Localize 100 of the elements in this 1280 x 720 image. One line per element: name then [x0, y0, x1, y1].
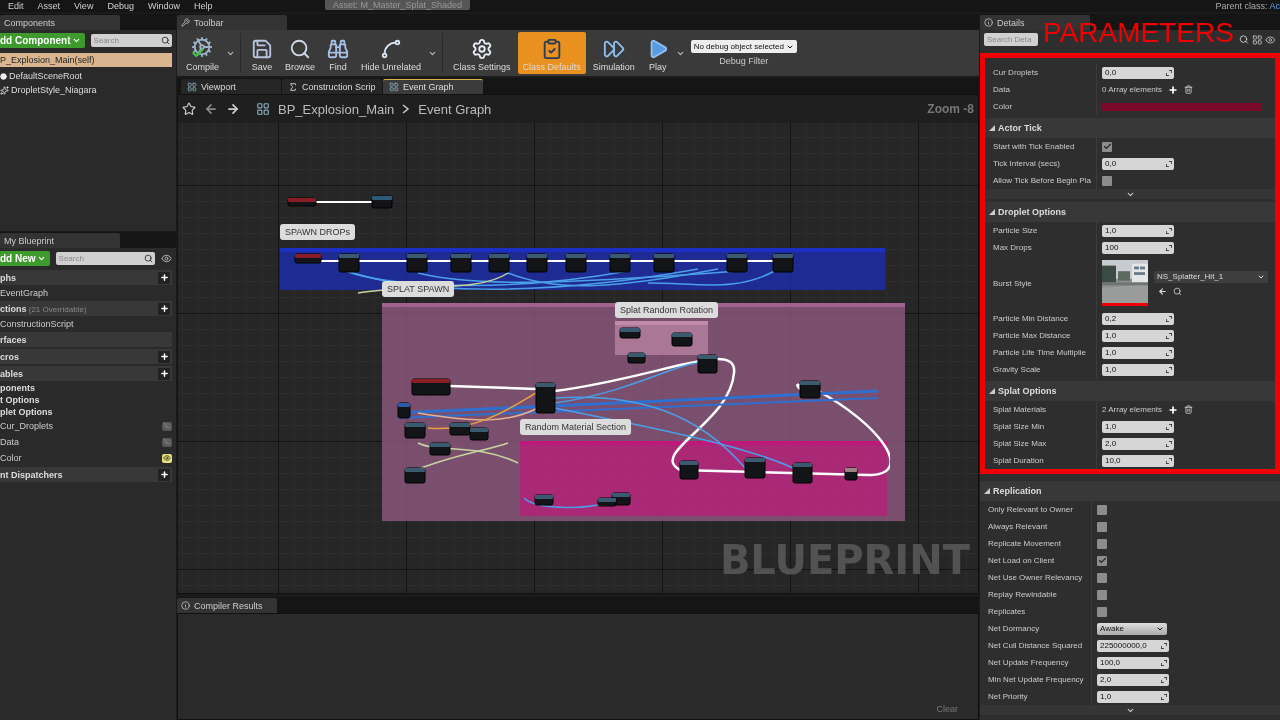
number-field[interactable]: 0,2 [1102, 312, 1174, 325]
eye-icon[interactable] [1265, 33, 1276, 46]
trash-icon[interactable] [1184, 85, 1194, 94]
expand-triangle-icon[interactable] [989, 125, 995, 131]
number-field[interactable]: 100 [1102, 241, 1174, 254]
add-button[interactable] [158, 271, 170, 284]
section-header[interactable]: Droplet Options [985, 202, 1275, 222]
add-button[interactable] [158, 367, 170, 380]
drag-handle-icon[interactable] [1161, 642, 1167, 649]
add-button[interactable] [158, 350, 170, 363]
expand-triangle-icon[interactable] [989, 388, 995, 394]
component-item[interactable]: DropletStyle_Niagara [0, 83, 176, 97]
graph-canvas[interactable]: SPAWN DROPs SPLAT SPAWN Splat Random Rotation Random Material Section BLUEPRINT [178, 123, 978, 593]
comment-box[interactable] [520, 441, 887, 516]
add-button[interactable] [158, 302, 170, 315]
section-header[interactable]: Replication [980, 481, 1280, 501]
expand-triangle-icon[interactable] [989, 209, 995, 215]
graph-item[interactable]: ConstructionScript [0, 317, 176, 331]
editor-tab[interactable]: Event Graph [383, 79, 483, 94]
dropdown[interactable]: Awake [1097, 622, 1167, 635]
toolbar-button[interactable]: Class Settings [448, 32, 516, 74]
menu-item[interactable]: Help [193, 1, 219, 11]
section-header[interactable]: Splat Options [985, 381, 1275, 401]
parent-class-link[interactable]: Ac [1269, 1, 1280, 11]
breadcrumb-link[interactable]: BP_Explosion_Main [278, 101, 395, 117]
checkbox[interactable] [1097, 521, 1107, 532]
graph-item[interactable]: EventGraph [0, 286, 176, 300]
color-swatch[interactable] [1102, 102, 1262, 111]
arrow-left-icon[interactable] [1158, 286, 1167, 296]
drag-handle-icon[interactable] [1166, 423, 1172, 430]
category-header[interactable]: phs [0, 272, 16, 283]
number-field[interactable]: 2,0 [1097, 673, 1169, 686]
number-field[interactable]: 1,0 [1102, 346, 1174, 359]
add-new-button[interactable]: dd New [0, 251, 50, 266]
toolbar-button[interactable]: Save [246, 32, 278, 74]
eye-icon[interactable] [161, 253, 172, 264]
root-component[interactable]: P_Explosion_Main(self) [0, 53, 172, 67]
add-button[interactable] [158, 468, 170, 481]
panel-tab[interactable]: Components [0, 15, 120, 30]
variable-item[interactable]: Color [0, 451, 22, 465]
add-component-button[interactable]: dd Component [0, 33, 85, 48]
search-icon[interactable] [1173, 286, 1182, 296]
editor-tab[interactable]: Viewport [181, 79, 281, 94]
drag-handle-icon[interactable] [1161, 693, 1167, 700]
drag-handle-icon[interactable] [1166, 315, 1172, 322]
drag-handle-icon[interactable] [1166, 349, 1172, 356]
search-icon[interactable] [1238, 34, 1249, 45]
checkbox[interactable] [1097, 606, 1107, 617]
category-header[interactable]: cros [0, 351, 19, 362]
menu-item[interactable]: Asset [37, 1, 67, 11]
category-header[interactable]: rfaces [0, 334, 27, 345]
number-field[interactable]: 1,0 [1102, 224, 1174, 237]
panel-tab[interactable]: Compiler Results [177, 598, 277, 613]
toolbar-button[interactable]: Simulation [587, 32, 640, 74]
drag-handle-icon[interactable] [1166, 457, 1172, 464]
eye-icon[interactable] [162, 453, 172, 463]
checkbox[interactable] [1097, 538, 1107, 549]
number-field[interactable]: 1,0 [1102, 329, 1174, 342]
drag-handle-icon[interactable] [1166, 332, 1172, 339]
variable-category[interactable]: t Options [0, 394, 176, 406]
number-field[interactable]: 225000000,0 [1097, 639, 1169, 652]
toolbar-button[interactable]: Compile [181, 32, 224, 74]
toolbar-button[interactable]: Browse [280, 32, 321, 74]
star-icon[interactable] [182, 102, 196, 116]
category-header[interactable]: ables [0, 368, 23, 379]
drag-handle-icon[interactable] [1166, 440, 1172, 447]
checkbox[interactable] [1097, 589, 1107, 600]
search-field[interactable]: Search [55, 252, 155, 265]
editor-tab[interactable]: Construction Scrip [282, 79, 382, 94]
asset-dropdown[interactable]: NS_Splatter_Hit_1 [1154, 270, 1268, 283]
trash-icon[interactable] [1184, 405, 1194, 414]
back-arrow-icon[interactable] [204, 102, 218, 116]
panel-tab[interactable]: Toolbar [177, 15, 287, 30]
drag-handle-icon[interactable] [1161, 676, 1167, 683]
variable-category[interactable]: plet Options [0, 406, 176, 418]
checkbox[interactable] [1102, 175, 1112, 186]
variable-item[interactable]: Data [0, 435, 19, 449]
number-field[interactable]: 1,0 [1102, 420, 1174, 433]
checkbox[interactable] [1097, 572, 1107, 583]
number-field[interactable]: 0,0 [1102, 157, 1174, 170]
toolbar-button[interactable]: Play [641, 32, 674, 74]
add-icon[interactable] [1168, 404, 1179, 415]
drag-handle-icon[interactable] [1166, 227, 1172, 234]
forward-arrow-icon[interactable] [226, 102, 240, 116]
number-field[interactable]: 0,0 [1102, 66, 1174, 79]
section-header[interactable]: Actor Tick [985, 118, 1275, 138]
toolbar-button[interactable]: Find [322, 32, 355, 74]
advanced-toggle[interactable] [985, 189, 1275, 199]
variable-category[interactable]: ponents [0, 382, 176, 394]
checkbox[interactable] [1097, 555, 1107, 566]
panel-tab[interactable]: My Blueprint [0, 233, 120, 248]
grid-view-icon[interactable] [1251, 33, 1263, 46]
search-field[interactable]: Search [90, 34, 172, 47]
number-field[interactable]: 100,0 [1097, 656, 1169, 669]
drag-handle-icon[interactable] [1166, 366, 1172, 373]
expand-triangle-icon[interactable] [984, 488, 990, 494]
number-field[interactable]: 10,0 [1102, 454, 1174, 467]
component-item[interactable]: DefaultSceneRoot [0, 69, 176, 83]
drag-handle-icon[interactable] [1166, 69, 1172, 76]
menu-item[interactable]: Edit [8, 1, 30, 11]
